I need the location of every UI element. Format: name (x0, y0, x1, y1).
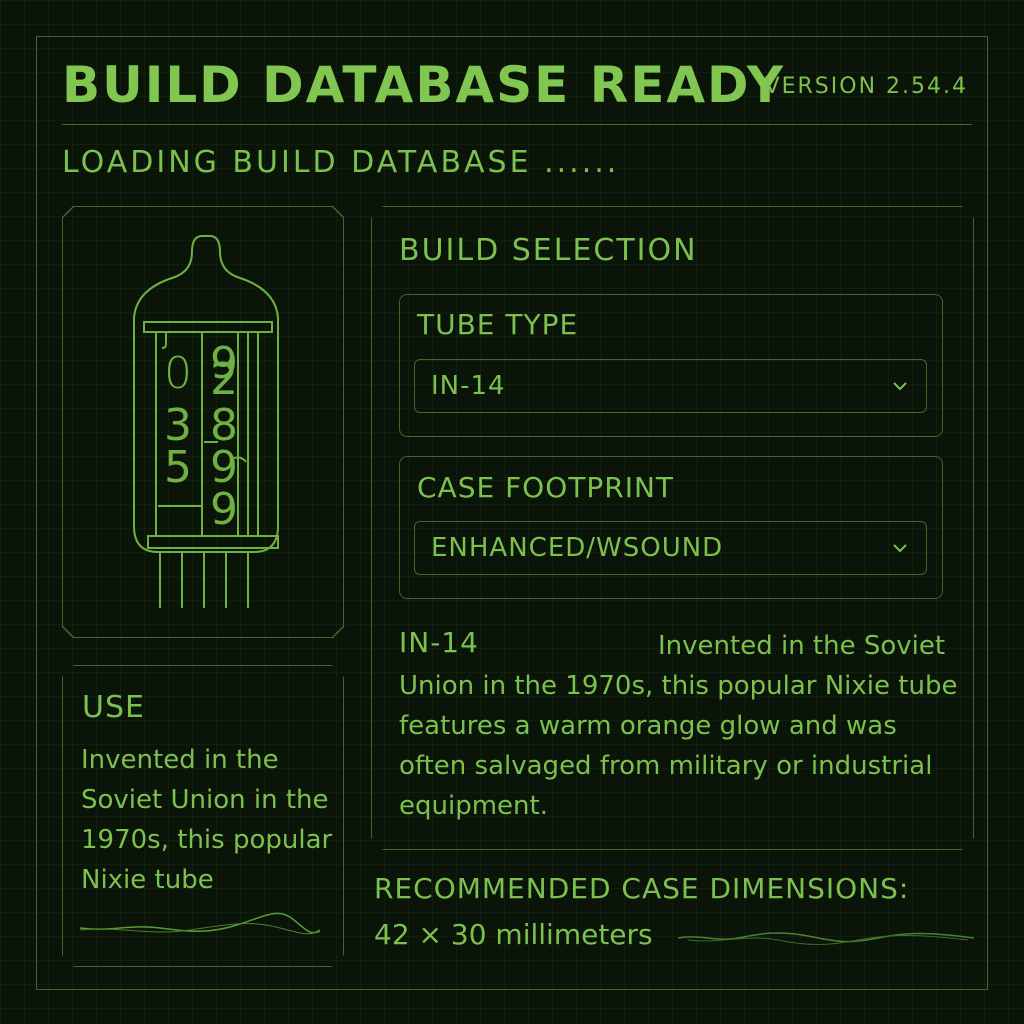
waveform-icon (79, 912, 321, 935)
nixie-tube-icon (133, 235, 279, 608)
version-label: VERSION 2.54.4 (764, 74, 968, 99)
waveform-icon (677, 932, 975, 945)
tube-type-select[interactable]: IN-14 (414, 359, 927, 413)
case-footprint-select[interactable]: ENHANCED/WSOUND (414, 521, 927, 575)
use-heading: USE (82, 690, 145, 725)
header-divider (62, 124, 972, 125)
chevron-down-icon (893, 544, 907, 553)
case-footprint-value: ENHANCED/WSOUND (431, 533, 724, 563)
loading-status: LOADING BUILD DATABASE ...... (62, 145, 620, 180)
selected-tube-description: Invented in the Soviet Union in the 1970… (399, 631, 958, 821)
tube-digit: 9 (210, 484, 238, 535)
case-footprint-label: CASE FOOTPRINT (417, 471, 675, 504)
tube-digit: 0 (164, 348, 192, 399)
tube-digit: 5 (164, 442, 192, 493)
case-dimensions-value: 42 × 30 millimeters (374, 918, 653, 951)
chevron-down-icon (893, 382, 907, 391)
page-title: BUILD DATABASE READY (62, 56, 786, 114)
tube-digit: 2 (210, 354, 238, 405)
tube-type-value: IN-14 (431, 371, 506, 401)
build-selection-heading: BUILD SELECTION (399, 233, 698, 268)
use-description: Invented in the Soviet Union in the 1970… (81, 745, 333, 895)
case-dimensions-label: RECOMMENDED CASE DIMENSIONS: (374, 872, 910, 905)
tube-type-label: TUBE TYPE (417, 308, 579, 341)
